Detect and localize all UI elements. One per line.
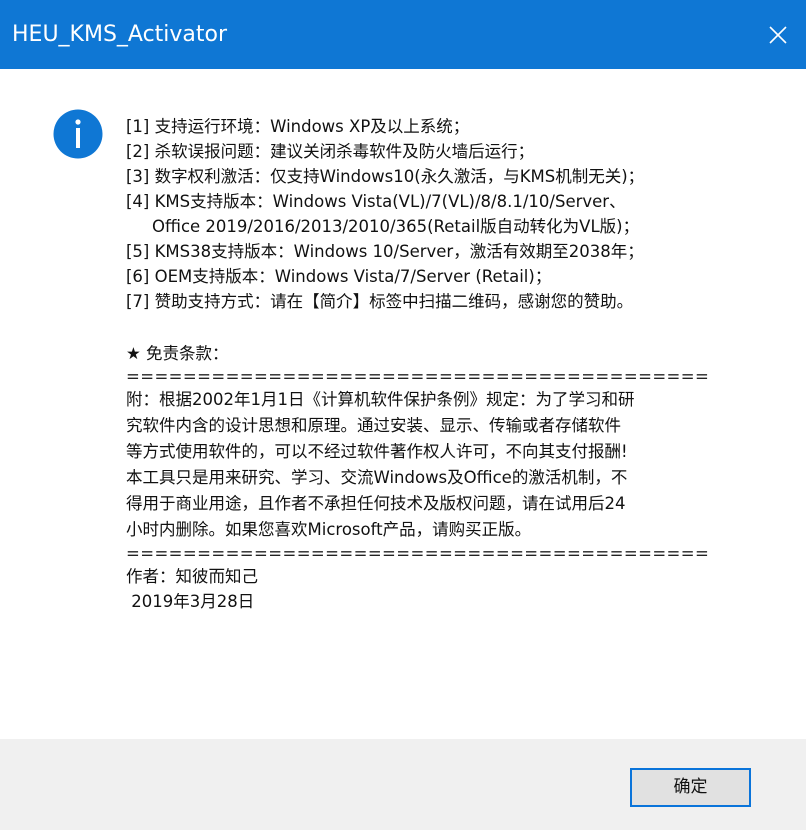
dialog-content: [1] 支持运行环境：Windows XP及以上系统； [2] 杀软误报问题：建… bbox=[0, 69, 806, 739]
feature-line-4: [4] KMS支持版本：Windows Vista(VL)/7(VL)/8/8.… bbox=[126, 192, 626, 211]
feature-line-2: [2] 杀软误报问题：建议关闭杀毒软件及防火墙后运行； bbox=[126, 142, 535, 161]
dialog-footer: 确定 bbox=[0, 739, 806, 830]
feature-line-1: [1] 支持运行环境：Windows XP及以上系统； bbox=[126, 117, 470, 136]
close-button[interactable] bbox=[750, 0, 806, 69]
feature-line-7: [7] 赞助支持方式：请在【简介】标签中扫描二维码，感谢您的赞助。 bbox=[126, 292, 634, 311]
feature-line-6: [6] OEM支持版本：Windows Vista/7/Server (Reta… bbox=[126, 267, 552, 286]
message-text: [1] 支持运行环境：Windows XP及以上系统； [2] 杀软误报问题：建… bbox=[126, 114, 766, 614]
disclaimer-line-6: 小时内删除。如果您喜欢Microsoft产品，请购买正版。 bbox=[126, 520, 532, 539]
disclaimer-heading: ★ 免责条款： bbox=[126, 344, 229, 363]
feature-line-5: [5] KMS38支持版本：Windows 10/Server，激活有效期至20… bbox=[126, 242, 644, 261]
feature-line-4-continued: Office 2019/2016/2013/2010/365(Retail版自动… bbox=[152, 217, 640, 236]
date-text: 2019年3月28日 bbox=[126, 592, 255, 611]
disclaimer-line-1: 附：根据2002年1月1日《计算机软件保护条例》规定：为了学习和研 bbox=[126, 390, 635, 409]
title-bar[interactable]: HEU_KMS_Activator bbox=[0, 0, 806, 69]
feature-line-3: [3] 数字权利激活：仅支持Windows10(永久激活，与KMS机制无关)； bbox=[126, 167, 645, 186]
author-text: 作者：知彼而知己 bbox=[126, 567, 258, 586]
disclaimer-line-4: 本工具只是用来研究、学习、交流Windows及Office的激活机制，不 bbox=[126, 468, 628, 487]
disclaimer-line-2: 究软件内含的设计思想和原理。通过安装、显示、传输或者存储软件 bbox=[126, 416, 621, 435]
disclaimer-line-3: 等方式使用软件的，可以不经过软件著作权人许可，不向其支付报酬! bbox=[126, 442, 628, 461]
window-title: HEU_KMS_Activator bbox=[12, 22, 228, 47]
separator-bottom: ========================================… bbox=[126, 544, 710, 563]
close-icon bbox=[769, 26, 787, 44]
info-icon bbox=[53, 109, 103, 159]
dialog-window: HEU_KMS_Activator [1] 支持运行环境：Windows XP及… bbox=[0, 0, 806, 830]
separator-top: ========================================… bbox=[126, 367, 710, 386]
disclaimer-line-5: 得用于商业用途，且作者不承担任何技术及版权问题，请在试用后24 bbox=[126, 494, 626, 513]
ok-button[interactable]: 确定 bbox=[630, 768, 751, 807]
ok-button-label: 确定 bbox=[673, 777, 708, 797]
